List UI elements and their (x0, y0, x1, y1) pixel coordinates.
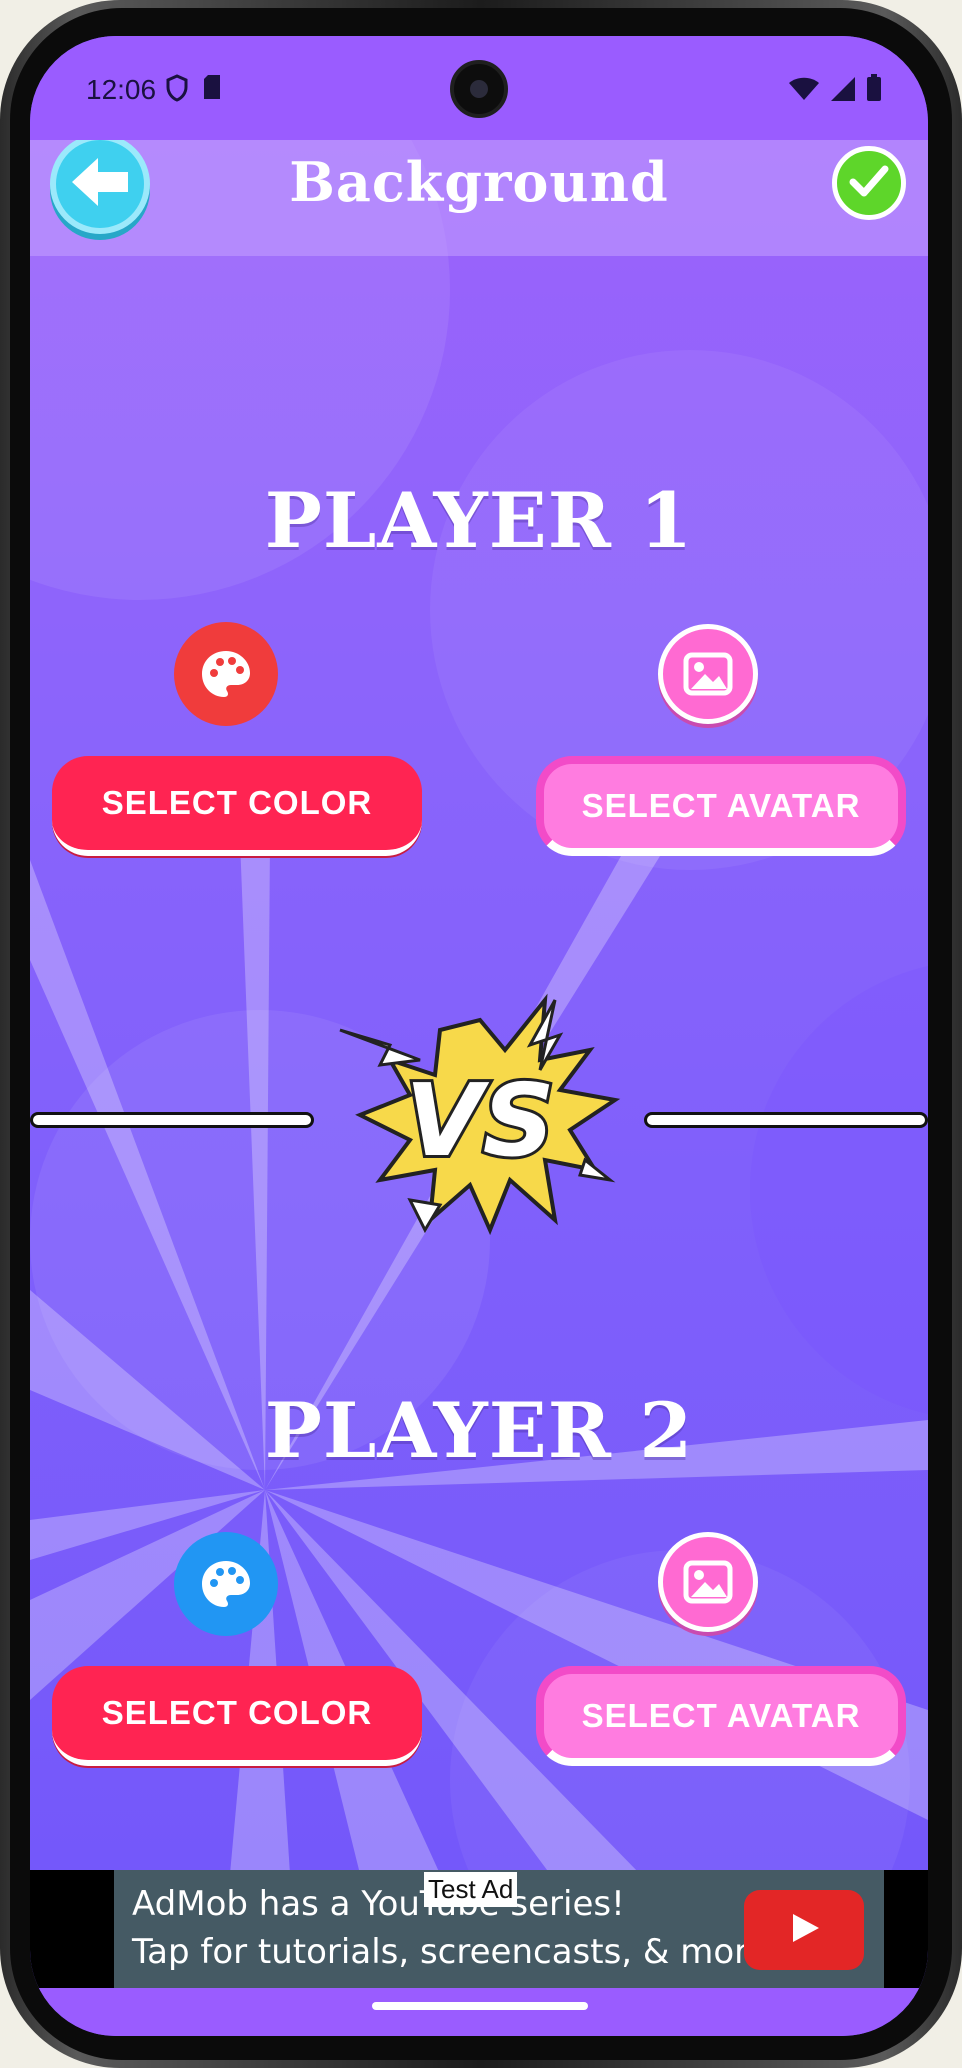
home-gesture-handle[interactable] (372, 2002, 588, 2010)
status-bar: 12:06 (30, 36, 928, 140)
app-content: Background PLAYER 1 SELECT COLOR SELECT … (30, 140, 928, 1874)
top-bar: Background (30, 140, 928, 256)
player1-select-avatar-button[interactable]: SELECT AVATAR (536, 756, 906, 856)
ad-margin-left (30, 1870, 114, 1988)
palette-icon (174, 622, 278, 726)
ad-line-2: Tap for tutorials, screencasts, & more. (132, 1932, 780, 1972)
player1-select-color-button[interactable]: SELECT COLOR (52, 756, 422, 856)
vs-burst-icon: VS (339, 993, 621, 1236)
vs-divider-right (644, 1112, 928, 1128)
front-camera (450, 60, 508, 118)
confirm-button[interactable] (832, 146, 906, 220)
player2-select-avatar-button[interactable]: SELECT AVATAR (536, 1666, 906, 1766)
status-icons-left (166, 74, 222, 107)
image-icon (658, 1532, 758, 1632)
battery-icon (866, 74, 882, 107)
check-icon (849, 164, 889, 203)
navigation-bar (30, 1988, 928, 2036)
player2-select-color-button[interactable]: SELECT COLOR (52, 1666, 422, 1766)
signal-icon (830, 76, 856, 107)
vs-label: VS (405, 1062, 554, 1179)
youtube-play-button[interactable] (744, 1890, 864, 1970)
ad-line-1: AdMob has a YouTube series! (132, 1884, 625, 1924)
shield-icon (166, 74, 188, 107)
image-icon (658, 624, 758, 724)
wifi-icon (788, 76, 820, 107)
screen: 12:06 Background PLAYER 1 SELECT COLOR S… (30, 36, 928, 2036)
palette-icon (174, 1532, 278, 1636)
test-ad-badge: Test Ad (424, 1872, 518, 1907)
youtube-play-icon (787, 1911, 821, 1950)
status-icons-right (788, 74, 882, 107)
status-time: 12:06 (86, 74, 157, 105)
vs-divider-left (30, 1112, 314, 1128)
ad-margin-right (884, 1870, 928, 1988)
player1-label: PLAYER 1 (264, 476, 694, 565)
sd-card-icon (202, 74, 222, 107)
player2-label: PLAYER 2 (264, 1386, 694, 1475)
page-title: Background (289, 150, 669, 214)
